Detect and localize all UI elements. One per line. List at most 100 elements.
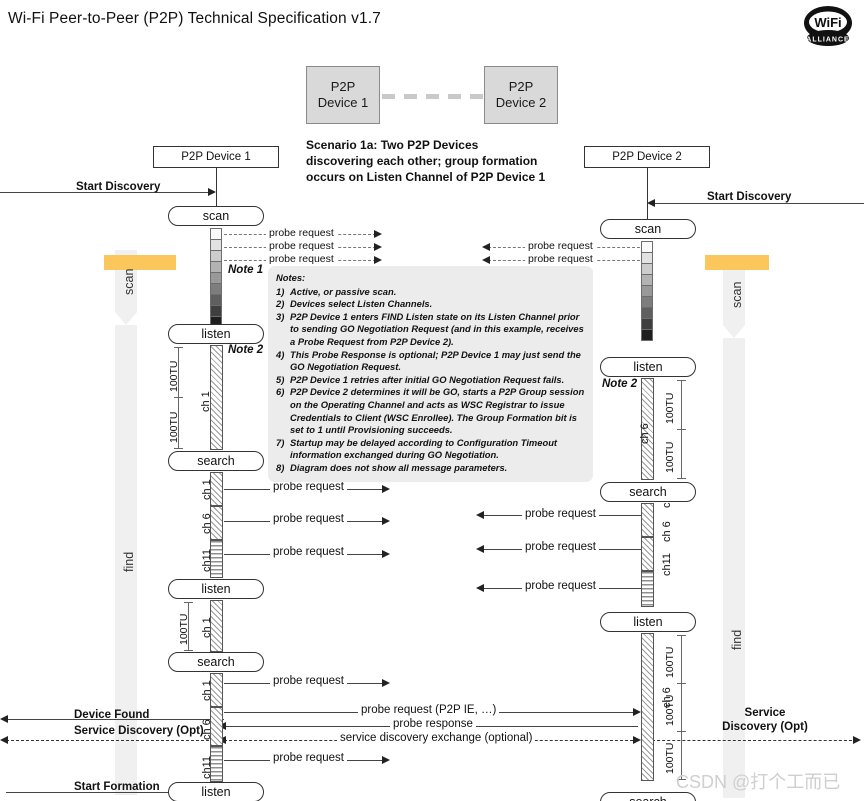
service-discovery-right-line [647,740,857,741]
service-discovery-left-line [6,740,224,741]
service-discovery-right-arrowhead [853,736,861,744]
device-1-scan-probe-3-label: probe request [266,253,337,265]
note-item: 3) P2P Device 1 enters FIND Listen state … [276,311,585,349]
note-number: 8) [276,461,285,473]
device-2-listen-2-channel-label: ch 6 [661,687,673,708]
overview-device-2-label-line1: P2P [508,78,534,94]
device-2-search-1-block-ch1 [641,503,654,537]
device-2-listen-2-block [641,633,654,781]
service-discovery-left-label: Service Discovery (Opt) [74,725,204,737]
device-1-listen-2-channel-label: ch 1 [201,617,213,638]
device-2-listen-1-tu-label-b: 100TU [664,441,676,473]
scenario-caption: Scenario 1a: Two P2P Devices discovering… [306,138,576,186]
left-scan-highlight [104,255,176,270]
cross-service-discovery-label: service discovery exchange (optional) [337,732,536,744]
device-1-search-2-channel-label-ch1: ch 1 [201,680,213,701]
right-phase-label-scan: scan [730,281,744,308]
note-item: 7) Startup may be delayed according to Co… [276,437,585,462]
device-2-listen-2-tu-tick-2 [677,731,686,732]
device-1-search-2-probe-1-arrowhead [382,679,390,687]
device-2-search-1-probe-2-arrowhead [476,545,484,553]
note-text: P2P Device 1 retries after initial GO Ne… [290,373,565,385]
overview-device-2-box: P2P Device 2 [484,66,558,124]
scenario-line-3: occurs on Listen Channel of P2P Device 1 [306,169,546,184]
overview-dashed-link [382,94,483,99]
device-1-search-1-probe-2-label: probe request [270,513,347,525]
note-number: 6) [276,386,285,398]
device-1-search-2-probe-3-label: probe request [270,752,347,764]
note-number: 7) [276,436,285,448]
device-1-state-listen-2: listen [168,579,264,599]
device-1-listen-2-tu-tick-bot [184,650,193,651]
device-2-search-1-probe-1-arrowhead [476,511,484,519]
device-1-search-1-channel-label-ch1: ch 1 [201,479,213,500]
note-number: 3) [276,310,285,322]
device-1-search-1-probe-3-arrowhead [382,550,390,558]
device-1-note-2-label: Note 2 [228,344,264,356]
left-phase-label-find: find [122,551,136,572]
p2p-sequence-diagram-page: Wi-Fi Peer-to-Peer (P2P) Technical Speci… [0,0,864,801]
device-1-lifeline [216,168,217,210]
device-2-search-1-channel-label-ch6: ch 6 [661,521,673,542]
cross-probe-response-label: probe response [390,718,476,730]
note-text: Diagram does not show all message parame… [290,461,508,473]
device-2-listen-2-tu-tick-top [677,635,686,636]
device-2-listen-2-tu-label-a: 100TU [664,646,676,678]
device-2-listen-1-tu-tick-mid [677,429,686,430]
note-item: 2) Devices select Listen Channels. [276,298,585,311]
note-text: Active, or passive scan. [290,285,397,297]
device-1-scan-probe-1-arrowhead [374,230,382,238]
device-2-state-search-1: search [600,482,696,502]
right-phase-chevron [723,325,745,338]
device-1-search-2-probe-3-arrowhead [382,756,390,764]
notes-box: Notes: 1) Active, or passive scan. 2) Devi… [268,266,593,482]
device-2-listen-1-tu-tick-bot [677,478,686,479]
device-2-header: P2P Device 2 [584,146,710,168]
device-2-search-1-block-ch11 [641,571,654,607]
device-1-scan-probe-2-label: probe request [266,240,337,252]
csdn-watermark: CSDN @打个工而已 [676,772,841,792]
device-1-listen-2-tu-label: 100TU [178,613,190,645]
scenario-line-1: Scenario 1a: Two P2P Devices [306,138,479,152]
device-2-scan-probe-1-label: probe request [525,240,596,252]
overview-device-1-box: P2P Device 1 [306,66,380,124]
service-discovery-right-label: Service Discovery (Opt) [705,707,825,735]
service-discovery-right-label-line2: Discovery (Opt) [722,720,808,733]
note-number: 2) [276,298,285,310]
right-scan-highlight [705,255,769,270]
service-discovery-left-arrowhead [0,736,8,744]
note-item: 1) Active, or passive scan. [276,286,585,299]
device-2-search-1-channel-label-ch11: ch11 [661,552,673,576]
device-1-search-2-channel-label-ch6: ch 6 [201,719,213,740]
device-1-state-listen-3: listen [168,782,264,801]
device-1-listen-2-tu-tick-top [184,602,193,603]
device-1-scan-probe-3-arrowhead [374,256,382,264]
device-1-search-1-probe-3-label: probe request [270,546,347,558]
device-2-listen-2-tu-label-c: 100TU [664,742,676,774]
device-1-note-1-label: Note 1 [228,264,264,276]
device-1-header: P2P Device 1 [153,146,279,168]
note-text: Startup may be delayed according to Conf… [290,436,558,461]
device-1-search-1-probe-1-arrowhead [382,485,390,493]
note-text: P2P Device 1 enters FIND Listen state on… [290,310,584,347]
device-2-state-listen-2: listen [600,612,696,632]
device-found-label: Device Found [74,709,150,721]
device-1-search-1-probe-1-label: probe request [270,481,347,493]
device-2-listen-1-tu-tick-top [677,380,686,381]
device-2-scan-probe-2-label: probe request [525,253,596,265]
device-2-listen-1-tu-label-a: 100TU [664,392,676,424]
note-number: 5) [276,373,285,385]
note-item: 6) P2P Device 2 determines it will be GO,… [276,386,585,436]
device-2-scan-probe-2-arrowhead [482,256,490,264]
note-item: 4) This Probe Response is optional; P2P D… [276,349,585,374]
device-1-search-2-probe-1-label: probe request [270,675,347,687]
right-phase-label-find: find [730,629,744,650]
note-item: 8) Diagram does not show all message para… [276,462,585,475]
device-1-search-1-channel-label-ch6: ch 6 [201,513,213,534]
device-1-listen-1-tu-label-a: 100TU [168,360,180,392]
start-discovery-right-arrowhead [647,199,655,207]
device-2-lifeline [647,168,648,223]
device-1-scan-probe-1-label: probe request [266,227,337,239]
left-phase-chevron [115,312,137,325]
overview-device-1-label-line1: P2P [330,78,356,94]
